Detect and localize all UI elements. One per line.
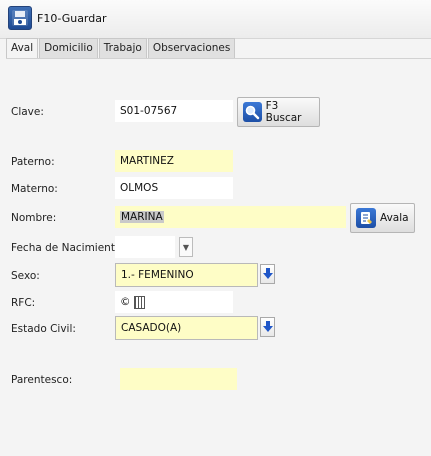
nombre-value: MARINA (120, 211, 164, 223)
tab-bar: Aval Domicilio Trabajo Observaciones (6, 38, 236, 59)
avala-label: Avala (380, 212, 409, 224)
paterno-label: Paterno: (11, 156, 55, 168)
save-icon (8, 6, 32, 30)
rfc-value: © (120, 296, 131, 308)
materno-label: Materno: (11, 183, 58, 195)
parentesco-label: Parentesco: (11, 374, 73, 386)
buscar-button[interactable]: F3 Buscar (237, 97, 320, 127)
save-button[interactable]: F10-Guardar (8, 6, 107, 30)
rfc-field[interactable]: © (115, 291, 233, 313)
sexo-select[interactable]: 1.- FEMENINO (115, 263, 258, 287)
clave-field[interactable]: S01-07567 (115, 100, 233, 122)
date-dropdown-button[interactable]: ▼ (179, 237, 193, 257)
sexo-dropdown-button[interactable] (260, 264, 275, 284)
parentesco-field[interactable] (120, 368, 237, 390)
tab-trabajo[interactable]: Trabajo (98, 38, 147, 58)
tab-aval[interactable]: Aval (6, 38, 39, 59)
paterno-field[interactable]: MARTINEZ (115, 150, 233, 172)
toolbar: F10-Guardar (0, 0, 431, 39)
fecha-nacimiento-field[interactable] (115, 236, 175, 258)
clave-label: Clave: (11, 106, 44, 118)
rfc-label: RFC: (11, 297, 36, 309)
tab-observaciones[interactable]: Observaciones (147, 38, 236, 58)
avala-button[interactable]: Avala (350, 203, 415, 233)
estado-civil-label: Estado Civil: (11, 323, 76, 335)
nombre-label: Nombre: (11, 212, 57, 224)
save-label: F10-Guardar (37, 11, 107, 25)
arrow-down-icon (262, 268, 273, 279)
materno-field[interactable]: OLMOS (115, 177, 233, 199)
buscar-label: F3 Buscar (265, 100, 302, 124)
barcode-icon (133, 295, 145, 309)
tab-domicilio[interactable]: Domicilio (39, 38, 98, 58)
fecha-nacimiento-label: Fecha de Nacimiento: (11, 242, 125, 254)
magnifier-icon (243, 102, 262, 122)
arrow-down-icon (262, 321, 273, 332)
estado-civil-select[interactable]: CASADO(A) (115, 316, 258, 340)
document-icon (356, 208, 376, 228)
estado-civil-dropdown-button[interactable] (260, 317, 275, 337)
nombre-field[interactable]: MARINA (115, 206, 346, 228)
chevron-down-icon: ▼ (182, 242, 190, 252)
sexo-label: Sexo: (11, 270, 40, 282)
